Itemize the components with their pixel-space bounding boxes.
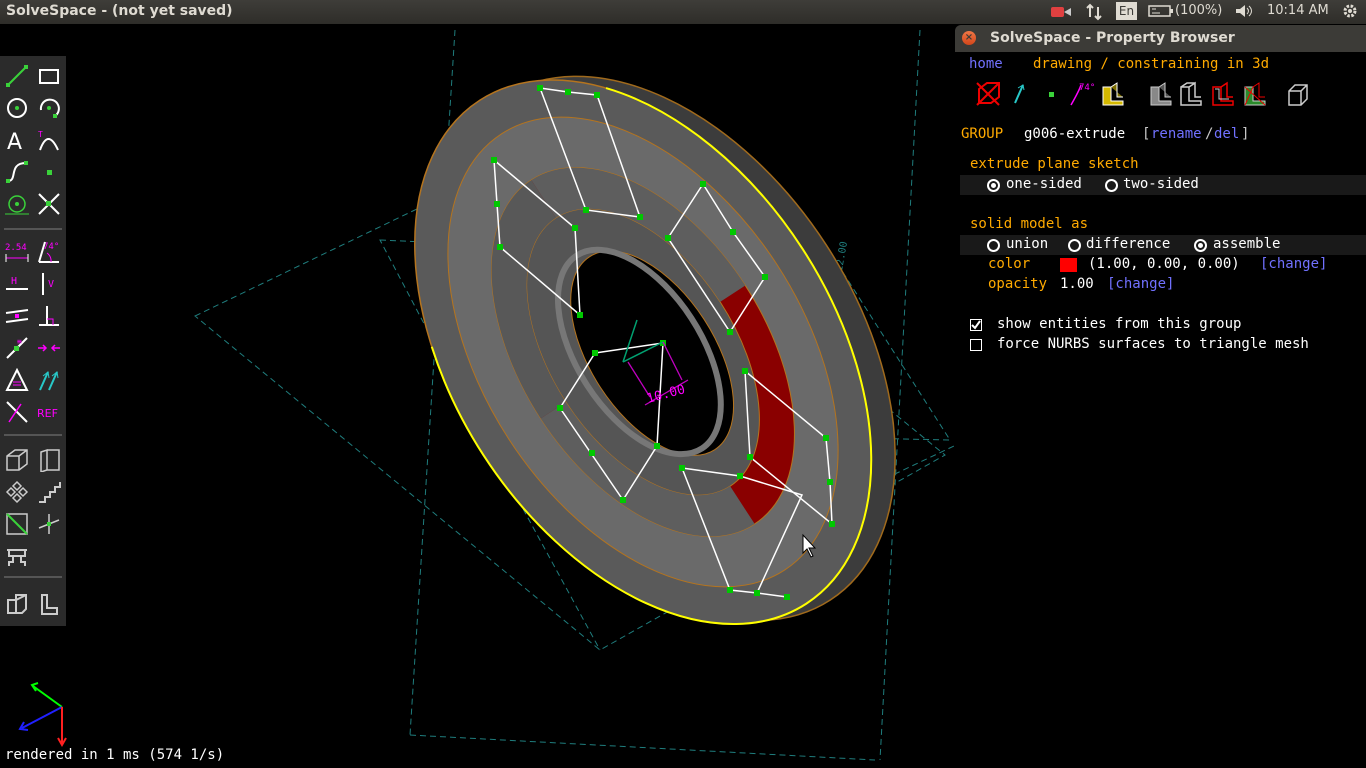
other-supplementary-angle-icon[interactable] [5,400,29,424]
step-rotate-icon[interactable] [5,512,29,536]
extrude-heading: extrude plane sketch [970,156,1139,172]
parallel-constraint-icon[interactable] [5,304,29,328]
keyboard-layout-indicator[interactable]: En [1116,2,1137,20]
workplane-tool-icon[interactable] [5,192,29,216]
text-tool-icon[interactable]: A [5,128,29,152]
property-browser-titlebar[interactable]: × SolveSpace - Property Browser [955,25,1366,52]
solid-model-heading: solid model as [970,216,1089,232]
show-outlines-icon[interactable] [1209,81,1235,107]
top-panel: SolveSpace - (not yet saved) En (100%) 1… [0,0,1366,24]
tangent-arc-tool-icon[interactable]: T [37,128,61,152]
svg-text:V: V [48,279,54,290]
vertical-constraint-icon[interactable]: V [37,272,61,296]
one-sided-label[interactable]: one-sided [1006,176,1082,192]
battery-icon[interactable] [1148,3,1174,23]
opacity-label: opacity [988,276,1048,292]
opacity-value: 1.00 [1060,276,1094,292]
horizontal-constraint-icon[interactable]: H [5,272,29,296]
settings-gear-icon[interactable] [1341,2,1359,24]
svg-text:REF: REF [37,407,58,420]
split-curves-tool-icon[interactable] [37,192,61,216]
render-status: rendered in 1 ms (574 1/s) [5,747,225,763]
point-tool-icon[interactable] [37,160,61,184]
force-nurbs-checkbox[interactable] [970,339,982,351]
union-label[interactable]: union [1006,236,1048,252]
show-entities-checkbox[interactable] [970,319,982,331]
color-label: color [988,256,1031,272]
network-icon[interactable] [1085,3,1103,25]
group-name: g006-extrude [1024,126,1126,142]
volume-icon[interactable] [1234,3,1254,23]
svg-text:≡: ≡ [17,337,22,346]
difference-label[interactable]: difference [1086,236,1170,252]
show-shaded-solid-icon[interactable] [1147,81,1173,107]
color-change-link[interactable]: [change] [1260,256,1327,272]
show-edges-icon[interactable] [1177,81,1203,107]
equal-constraint-icon[interactable] [5,368,29,392]
nearest-isometric-view-icon[interactable] [5,592,29,616]
bezier-tool-icon[interactable] [5,160,29,184]
property-browser-title: SolveSpace - Property Browser [990,30,1235,46]
angle-constraint-icon[interactable]: 74° [37,240,61,264]
sketch-in-3d-icon[interactable] [37,512,61,536]
screen-record-icon[interactable] [1050,4,1072,24]
window-title: SolveSpace - (not yet saved) [6,3,233,19]
show-faces-icon[interactable] [1099,81,1125,107]
same-orientation-constraint-icon[interactable] [37,368,61,392]
extrude-group-icon[interactable] [37,448,61,472]
show-workplanes-icon[interactable] [975,81,1001,107]
two-sided-label[interactable]: two-sided [1123,176,1199,192]
difference-radio[interactable] [1068,239,1081,252]
line-tool-icon[interactable] [5,64,29,88]
rename-link[interactable]: rename [1151,126,1202,142]
svg-text:2.54: 2.54 [5,243,27,253]
force-nurbs-label[interactable]: force NURBS surfaces to triangle mesh [997,336,1309,352]
opacity-change-link[interactable]: [change] [1107,276,1174,292]
show-hidden-lines-icon[interactable] [1285,81,1311,107]
rectangle-tool-icon[interactable] [37,64,61,88]
group-label: GROUP [961,126,1004,142]
show-entities-label[interactable]: show entities from this group [997,316,1241,332]
svg-text:T: T [38,130,43,139]
home-link[interactable]: home [969,56,1003,72]
svg-text:H: H [11,276,17,287]
sketch-toolbar: A T 2.54 74° H V ≡ REF [0,56,66,626]
battery-percent: (100%) [1175,3,1223,18]
circle-tool-icon[interactable] [5,96,29,120]
link-import-icon[interactable] [5,544,29,568]
reference-toggle-icon[interactable]: REF [37,400,61,424]
step-translate-icon[interactable] [37,480,61,504]
two-sided-radio[interactable] [1105,179,1118,192]
show-points-icon[interactable] [1039,81,1065,107]
show-mesh-icon[interactable] [1241,81,1267,107]
svg-text:A: A [7,130,22,152]
union-radio[interactable] [987,239,1000,252]
close-icon[interactable]: × [962,31,976,45]
assemble-radio[interactable] [1194,239,1207,252]
arc-tool-icon[interactable] [37,96,61,120]
color-swatch[interactable] [1060,258,1077,272]
property-browser: × SolveSpace - Property Browser home dra… [955,25,1366,768]
show-constraints-icon[interactable]: 74° [1069,81,1095,107]
perpendicular-constraint-icon[interactable] [37,304,61,328]
svg-text:74°: 74° [1079,83,1095,93]
color-value: (1.00, 0.00, 0.00) [1088,256,1240,272]
view-axes-gizmo [18,682,67,748]
distance-constraint-icon[interactable]: 2.54 [5,240,29,264]
symmetric-constraint-icon[interactable] [37,336,61,360]
show-normals-icon[interactable] [1007,81,1033,107]
nav-hint: drawing / constraining in 3d [1033,56,1270,72]
clock[interactable]: 10:14 AM [1267,3,1329,18]
assemble-label[interactable]: assemble [1213,236,1280,252]
new-workplane-group-icon[interactable] [5,448,29,472]
one-sided-radio[interactable] [987,179,1000,192]
point-on-line-constraint-icon[interactable]: ≡ [5,336,29,360]
washer-solid [413,75,896,626]
nearest-ortho-view-icon[interactable] [37,592,61,616]
lathe-group-icon[interactable] [5,480,29,504]
delete-link[interactable]: del [1214,126,1239,142]
